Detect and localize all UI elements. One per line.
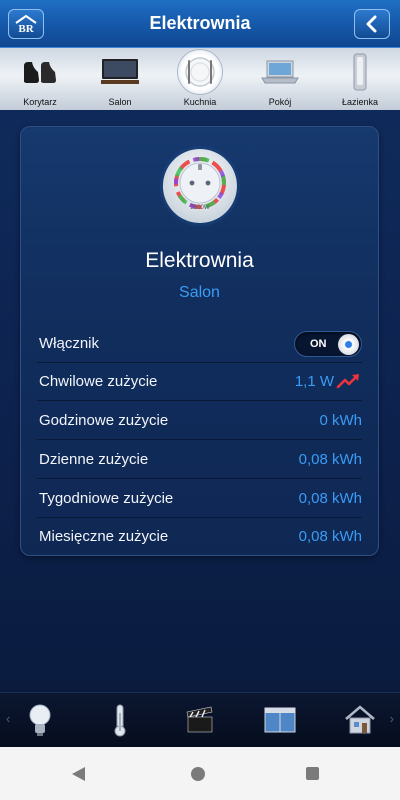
page-title: Elektrownia — [149, 13, 251, 33]
weekly-usage-row: Tygodniowe zużycie 0,08 kWh — [37, 480, 362, 518]
instant-usage-label: Chwilowe zużycie — [39, 373, 158, 390]
room-pokoj[interactable]: Pokój — [240, 48, 320, 110]
tv-icon — [96, 52, 144, 92]
svg-text:BR: BR — [18, 23, 34, 34]
room-label: Korytarz — [23, 97, 57, 107]
hourly-usage-row: Godzinowe zużycie 0 kWh — [37, 402, 362, 440]
daily-usage-label: Dzienne zużycie — [39, 451, 149, 468]
plate-cutlery-icon — [178, 50, 222, 94]
device-name: Elektrownia — [145, 249, 254, 272]
toggle-state-text: ON — [310, 338, 327, 350]
room-kuchnia[interactable]: Kuchnia — [160, 48, 240, 110]
switch-row: Włącznik ON — [37, 325, 362, 363]
clapperboard-icon[interactable] — [180, 701, 220, 739]
back-button[interactable] — [354, 9, 390, 39]
scroll-right-arrow[interactable]: › — [390, 711, 394, 726]
logo-icon[interactable]: BR — [8, 9, 44, 39]
device-card: 2500W Elektrownia Salon Włącznik ON Chwi… — [20, 126, 379, 556]
instant-usage-row: Chwilowe zużycie 1,1 W — [37, 363, 362, 401]
room-salon[interactable]: Salon — [80, 48, 160, 110]
light-bulb-icon[interactable] — [20, 701, 60, 739]
shoes-icon — [16, 52, 64, 92]
daily-usage-value: 0,08 kWh — [298, 451, 362, 468]
monthly-usage-value: 0,08 kWh — [298, 528, 362, 545]
power-toggle[interactable]: ON — [294, 331, 362, 357]
trend-up-icon — [336, 374, 359, 389]
room-label: Łazienka — [341, 97, 379, 107]
chevron-left-icon — [366, 15, 377, 33]
smart-plug-icon: 2500W — [159, 145, 241, 227]
system-home-icon[interactable] — [191, 767, 205, 781]
house-icon[interactable] — [340, 701, 380, 739]
system-back-icon[interactable] — [72, 767, 85, 781]
category-bar: ‹ › — [0, 692, 400, 747]
monthly-usage-row: Miesięczne zużycie 0,08 kWh — [37, 518, 362, 556]
room-label: Kuchnia — [183, 97, 217, 107]
system-navigation-bar — [0, 747, 400, 800]
hourly-usage-value: 0 kWh — [319, 412, 362, 429]
system-recents-icon[interactable] — [306, 767, 319, 780]
daily-usage-row: Dzienne zużycie 0,08 kWh — [37, 441, 362, 479]
bathroom-icon — [336, 52, 384, 92]
weekly-usage-value: 0,08 kWh — [298, 490, 362, 507]
hourly-usage-label: Godzinowe zużycie — [39, 412, 169, 429]
monthly-usage-label: Miesięczne zużycie — [39, 528, 169, 545]
room-label: Pokój — [268, 97, 292, 107]
laptop-icon — [256, 52, 304, 92]
toggle-knob — [338, 334, 359, 355]
room-label: Salon — [108, 97, 132, 107]
scroll-left-arrow[interactable]: ‹ — [6, 711, 10, 726]
switch-label: Włącznik — [39, 335, 100, 352]
app-header: BR Elektrownia — [0, 0, 400, 48]
room-lazienka[interactable]: Łazienka — [320, 48, 400, 110]
room-korytarz[interactable]: Korytarz — [0, 48, 80, 110]
window-blinds-icon[interactable] — [260, 701, 300, 739]
instant-usage-value: 1,1 W — [294, 373, 334, 390]
weekly-usage-label: Tygodniowe zużycie — [39, 490, 174, 507]
room-selector: Korytarz Salon Kuchnia Pokój Łazienka — [0, 48, 400, 110]
device-room: Salon — [179, 284, 220, 301]
main-content: 2500W Elektrownia Salon Włącznik ON Chwi… — [0, 110, 400, 692]
thermometer-icon[interactable] — [100, 701, 140, 739]
plug-wattage-label: 2500W — [190, 205, 209, 211]
